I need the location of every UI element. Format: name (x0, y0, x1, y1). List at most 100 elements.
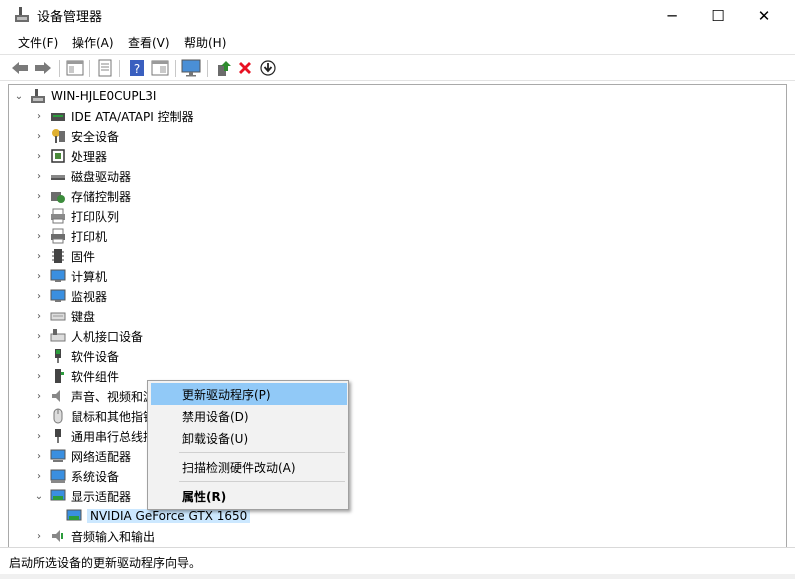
expand-icon[interactable]: › (33, 266, 45, 286)
collapse-icon[interactable]: ⌄ (13, 86, 25, 106)
print-queue-icon (51, 208, 65, 224)
tree-root[interactable]: ⌄ WIN-HJLE0CUPL3I (13, 86, 156, 106)
menu-view[interactable]: 查看(V) (128, 34, 170, 51)
uninstall-icon[interactable] (235, 58, 255, 78)
back-icon[interactable] (10, 58, 30, 78)
properties-icon[interactable] (95, 58, 115, 78)
expand-icon[interactable]: › (33, 526, 45, 546)
toolbar-separator (119, 60, 120, 77)
update-driver-icon[interactable] (214, 58, 234, 78)
keyboard-icon (50, 312, 66, 321)
expand-icon[interactable]: › (33, 366, 45, 386)
tree-item[interactable]: › 安全设备 (33, 126, 119, 146)
tree-item[interactable]: › IDE ATA/ATAPI 控制器 (33, 106, 194, 126)
tree-item-label: 软件设备 (71, 349, 120, 364)
expand-icon[interactable]: › (33, 346, 45, 366)
tree-item-label: 存储控制器 (71, 189, 132, 204)
printer-icon (51, 228, 65, 244)
expand-icon[interactable]: › (33, 466, 45, 486)
window-title: 设备管理器 (37, 10, 103, 25)
ctx-scan-hardware[interactable]: 扫描检测硬件改动(A) (151, 456, 347, 478)
show-hide-tree-icon[interactable] (65, 58, 85, 78)
ctx-properties[interactable]: 属性(R) (151, 485, 347, 507)
tree-item[interactable]: › 音频输入和输出 (33, 526, 155, 546)
disk-drive-icon (51, 175, 65, 180)
ctx-separator (179, 481, 345, 482)
maximize-button[interactable]: ☐ (695, 0, 741, 31)
expand-icon[interactable]: › (33, 206, 45, 226)
tree-item[interactable]: › 软件组件 (33, 366, 119, 386)
computer-icon (50, 269, 66, 282)
tree-item[interactable]: ⌄ 显示适配器 (33, 486, 131, 506)
expand-icon[interactable]: › (33, 246, 45, 266)
device-tree[interactable]: ⌄ WIN-HJLE0CUPL3I › IDE ATA/ATAPI 控制器 › 安全设… (8, 84, 787, 547)
toolbar: ? (0, 54, 795, 81)
ctx-disable-device[interactable]: 禁用设备(D) (151, 405, 347, 427)
menu-action[interactable]: 操作(A) (72, 34, 114, 51)
tree-item-label: IDE ATA/ATAPI 控制器 (71, 109, 194, 124)
menu-help[interactable]: 帮助(H) (184, 34, 226, 51)
storage-controller-icon (51, 192, 65, 203)
forward-icon[interactable] (33, 58, 53, 78)
tree-item[interactable]: › 键盘 (33, 306, 95, 326)
context-menu: 更新驱动程序(P) 禁用设备(D) 卸载设备(U) 扫描检测硬件改动(A) 属性… (147, 380, 349, 510)
expand-icon[interactable]: › (33, 446, 45, 466)
ctx-update-driver[interactable]: 更新驱动程序(P) (151, 383, 347, 405)
monitor-icon[interactable] (181, 58, 201, 78)
network-adapter-icon (50, 449, 66, 462)
expand-icon[interactable]: › (33, 166, 45, 186)
tree-item-label: 显示适配器 (71, 489, 132, 504)
expand-icon[interactable]: › (33, 306, 45, 326)
processor-icon (51, 149, 65, 163)
menu-file[interactable]: 文件(F) (18, 34, 58, 51)
status-bar: 启动所选设备的更新驱动程序向导。 (0, 547, 795, 579)
expand-icon[interactable]: › (33, 386, 45, 406)
download-icon[interactable] (258, 58, 278, 78)
expand-icon[interactable]: › (33, 226, 45, 246)
status-panes (0, 574, 795, 579)
computer-root-icon (31, 89, 45, 103)
minimize-button[interactable]: ─ (649, 0, 695, 31)
tree-item-label: 网络适配器 (71, 449, 132, 464)
collapse-icon[interactable]: ⌄ (33, 486, 45, 506)
svg-text:?: ? (134, 62, 140, 76)
tree-item[interactable]: › 人机接口设备 (33, 326, 143, 346)
tree-item[interactable]: › 监视器 (33, 286, 107, 306)
help-icon[interactable]: ? (127, 58, 147, 78)
expand-icon[interactable]: › (33, 326, 45, 346)
tree-item-label: 磁盘驱动器 (71, 169, 132, 184)
view-icon[interactable] (150, 58, 170, 78)
ctx-separator (179, 452, 345, 453)
firmware-icon (52, 249, 64, 263)
expand-icon[interactable]: › (33, 186, 45, 206)
tree-item[interactable]: › 处理器 (33, 146, 107, 166)
monitor-icon (50, 289, 66, 302)
tree-item[interactable]: › 系统设备 (33, 466, 119, 486)
expand-icon[interactable]: › (33, 126, 45, 146)
software-component-icon (55, 369, 64, 383)
expand-icon[interactable]: › (33, 286, 45, 306)
tree-item[interactable]: › 网络适配器 (33, 446, 131, 466)
menu-bar: 文件(F) 操作(A) 查看(V) 帮助(H) (0, 31, 795, 53)
expand-icon[interactable]: › (33, 426, 45, 446)
hid-icon (50, 329, 66, 342)
tree-item[interactable]: › 打印机 (33, 226, 107, 246)
speaker-icon (52, 390, 60, 402)
display-adapter-icon (50, 489, 66, 501)
expand-icon[interactable]: › (33, 106, 45, 126)
expand-icon[interactable]: › (33, 146, 45, 166)
tree-item[interactable]: › 打印队列 (33, 206, 119, 226)
tree-item[interactable]: › 计算机 (33, 266, 107, 286)
tree-item[interactable]: › 磁盘驱动器 (33, 166, 131, 186)
expand-icon[interactable]: › (33, 406, 45, 426)
close-button[interactable]: ✕ (741, 0, 787, 31)
tree-item-label: 固件 (71, 249, 96, 264)
tree-item-label: 处理器 (71, 149, 108, 164)
ide-controller-icon (51, 113, 65, 121)
ctx-uninstall-device[interactable]: 卸载设备(U) (151, 427, 347, 449)
tree-item[interactable]: › 存储控制器 (33, 186, 131, 206)
system-device-icon (50, 469, 66, 483)
tree-item[interactable]: › 固件 (33, 246, 95, 266)
tree-item[interactable]: › 软件设备 (33, 346, 119, 366)
